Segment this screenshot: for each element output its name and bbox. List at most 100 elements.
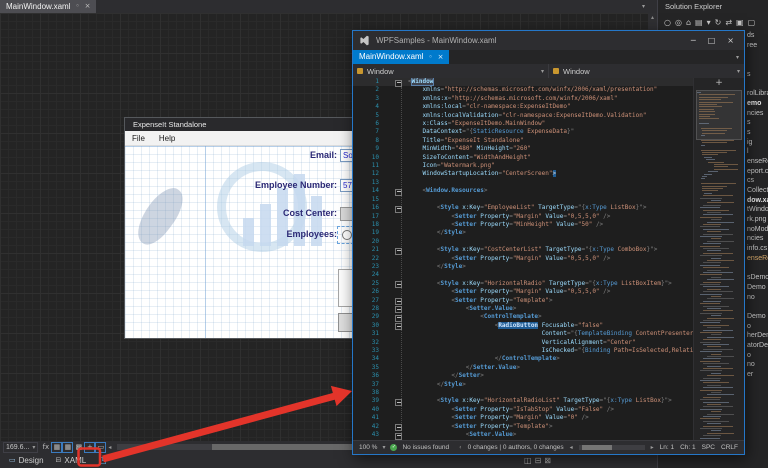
source-control-changes[interactable]: 0 changes | 0 authors, 0 changes: [468, 444, 564, 451]
code-line[interactable]: 39 <Style x:Key="HorizontalRadioList" Ta…: [353, 397, 744, 406]
scroll-up-icon[interactable]: ▴: [651, 14, 654, 21]
code-line[interactable]: 26 <Setter Property="Margin" Value="0,5,…: [353, 288, 744, 296]
effects-icon[interactable]: fx: [41, 443, 50, 452]
floating-window-titlebar[interactable]: WPFSamples - MainWindow.xaml ─ □ ×: [353, 31, 744, 50]
code-line[interactable]: 1 <Window: [353, 78, 744, 87]
show-snap-grid-icon[interactable]: ▦: [51, 441, 63, 453]
tab-mainwindow-xaml-active[interactable]: MainWindow.xaml ◦ ×: [353, 50, 450, 64]
split-editor-icon[interactable]: +: [694, 78, 744, 88]
close-icon[interactable]: ×: [85, 0, 91, 13]
pin-icon[interactable]: ◦: [428, 50, 432, 64]
code-line[interactable]: 8 Title="ExpenseIt Standalone": [353, 137, 744, 145]
code-line[interactable]: 24: [353, 271, 744, 279]
code-line[interactable]: 23 </Style>: [353, 263, 744, 271]
collapse-pane-icon[interactable]: ⊠: [544, 456, 551, 465]
code-line[interactable]: 21 <Style x:Key="CostCenterList" TargetT…: [353, 246, 744, 255]
editor-zoom-value[interactable]: 100 %: [359, 444, 377, 451]
code-line[interactable]: 9 MinWidth="480" MinHeight="260": [353, 145, 744, 153]
code-line[interactable]: 34 </ControlTemplate>: [353, 355, 744, 363]
zoom-dropdown-icon[interactable]: ▾: [32, 443, 35, 452]
spaces-indicator[interactable]: SPC: [702, 444, 715, 451]
code-line[interactable]: 37 </Style>: [353, 381, 744, 389]
pin-icon[interactable]: ◦: [75, 0, 79, 13]
no-issues-icon[interactable]: ✓: [390, 444, 398, 451]
code-line[interactable]: 14 <Window.Resources>: [353, 187, 744, 196]
code-line[interactable]: 30 <RadioButton Focusable="false": [353, 321, 744, 331]
scrollbar-thumb[interactable]: [581, 445, 612, 450]
scroll-left-icon[interactable]: ◂: [570, 444, 573, 451]
popout-xaml-button[interactable]: ◳: [98, 456, 107, 466]
code-line[interactable]: 6 x:Class="ExpenseItDemo.MainWindow": [353, 120, 744, 128]
scroll-left-icon[interactable]: ◂: [108, 444, 111, 451]
code-line[interactable]: 2 xmlns="http://schemas.microsoft.com/wi…: [353, 86, 744, 94]
code-line[interactable]: 41 <Setter Property="Margin" Value="0" /…: [353, 414, 744, 422]
code-line[interactable]: 32 VerticalAlignment="Center": [353, 339, 744, 347]
code-line[interactable]: 27 <Setter Property="Template">: [353, 297, 744, 306]
expenseit-design-window[interactable]: ExpenseIt Standalone File Help Email: So…: [125, 118, 356, 338]
zoom-dropdown-icon[interactable]: ▾: [382, 444, 385, 451]
eol-indicator[interactable]: CRLF: [721, 444, 738, 451]
nav-element-dropdown-right[interactable]: Window ▾: [548, 64, 744, 78]
tab-mainwindow-xaml[interactable]: MainWindow.xaml ◦ ×: [0, 0, 97, 13]
code-line[interactable]: 17 <Setter Property="Margin" Value="0,5,…: [353, 213, 744, 221]
maximize-button[interactable]: □: [708, 36, 716, 45]
chevron-down-icon[interactable]: ▾: [737, 68, 740, 75]
code-line[interactable]: 38: [353, 389, 744, 397]
minimize-button[interactable]: ─: [691, 36, 696, 45]
close-button[interactable]: ×: [727, 36, 734, 45]
views-dropdown-icon[interactable]: ▾: [707, 18, 711, 27]
code-line[interactable]: 36 </Setter>: [353, 372, 744, 380]
code-line[interactable]: 13: [353, 179, 744, 187]
code-line[interactable]: 25 <Style x:Key="HorizontalRadio" Target…: [353, 280, 744, 289]
changes-chevron-icon[interactable]: ‹: [459, 444, 461, 451]
collapse-icon[interactable]: [395, 432, 402, 440]
code-line[interactable]: 5 xmlns:localValidation="clr-namespace:E…: [353, 112, 744, 120]
tab-list-dropdown-icon[interactable]: ▾: [642, 3, 645, 10]
code-line[interactable]: 29 <ControlTemplate>: [353, 313, 744, 322]
forward-icon[interactable]: ◎: [675, 18, 682, 27]
code-line[interactable]: 19 </Style>: [353, 229, 744, 237]
zoom-combobox[interactable]: 169.6... ▾: [3, 441, 39, 453]
code-line[interactable]: 33 IsChecked="{Binding Path=IsSelected,R…: [353, 347, 744, 355]
editor-minimap[interactable]: +: [693, 78, 744, 441]
switch-views-icon[interactable]: ▤: [695, 18, 703, 27]
issues-text[interactable]: No issues found: [402, 444, 449, 451]
scroll-right-icon[interactable]: ▸: [651, 444, 654, 451]
refresh-icon[interactable]: ↻: [715, 18, 722, 27]
back-icon[interactable]: ○: [664, 18, 671, 27]
tab-list-dropdown-icon[interactable]: ▾: [736, 54, 739, 61]
home-icon[interactable]: ⌂: [686, 18, 691, 27]
snap-to-grid-icon[interactable]: ▦: [62, 441, 74, 453]
collapse-all-icon[interactable]: ▣: [736, 18, 744, 27]
code-line[interactable]: 28 <Setter.Value>: [353, 305, 744, 314]
code-line[interactable]: 12 WindowStartupLocation="CenterScreen">: [353, 170, 744, 178]
code-line[interactable]: 43 <Setter.Value>: [353, 431, 744, 440]
floating-editor-window[interactable]: WPFSamples - MainWindow.xaml ─ □ × MainW…: [352, 30, 745, 455]
code-line[interactable]: 42 <Setter Property="Template">: [353, 423, 744, 432]
employees-radio[interactable]: [342, 230, 352, 240]
sync-with-active-icon[interactable]: ⇄: [725, 18, 732, 27]
code-line[interactable]: 16 <Style x:Key="EmployeeList" TargetTyp…: [353, 204, 744, 213]
code-line[interactable]: 18 <Setter Property="MinHeight" Value="5…: [353, 221, 744, 229]
disable-project-code-icon[interactable]: ▭: [95, 441, 107, 453]
code-line[interactable]: 22 <Setter Property="Margin" Value="0,5,…: [353, 255, 744, 263]
menu-help[interactable]: Help: [159, 134, 175, 143]
code-line[interactable]: 10 SizeToContent="WidthAndHeight": [353, 154, 744, 162]
code-line[interactable]: 31 Content="{TemplateBinding ContentPres…: [353, 330, 744, 338]
code-line[interactable]: 40 <Setter Property="IsTabStop" Value="F…: [353, 406, 744, 414]
vertical-split-icon[interactable]: ◫: [524, 456, 532, 465]
code-line[interactable]: 11 Icon="Watermark.png": [353, 162, 744, 170]
properties-icon[interactable]: ▢: [748, 18, 756, 27]
code-line[interactable]: 7 DataContext="{StaticResource ExpenseDa…: [353, 128, 744, 136]
horizontal-split-icon[interactable]: ⊟: [535, 456, 542, 465]
tab-design[interactable]: ▭ Design: [5, 453, 48, 468]
menu-file[interactable]: File: [132, 134, 145, 143]
code-line[interactable]: 4 xmlns:local="clr-namespace:ExpenseItDe…: [353, 103, 744, 111]
code-line[interactable]: 3 xmlns:x="http://schemas.microsoft.com/…: [353, 95, 744, 103]
xaml-code-editor[interactable]: 1 <Window 2 xmlns="http://schemas.microsof…: [353, 78, 744, 441]
editor-horizontal-scrollbar[interactable]: [578, 445, 645, 450]
code-line[interactable]: 15: [353, 196, 744, 204]
code-line[interactable]: 20: [353, 238, 744, 246]
tab-xaml[interactable]: ⊟ XAML: [52, 453, 91, 468]
snap-to-snaplines-icon[interactable]: +: [84, 441, 96, 453]
